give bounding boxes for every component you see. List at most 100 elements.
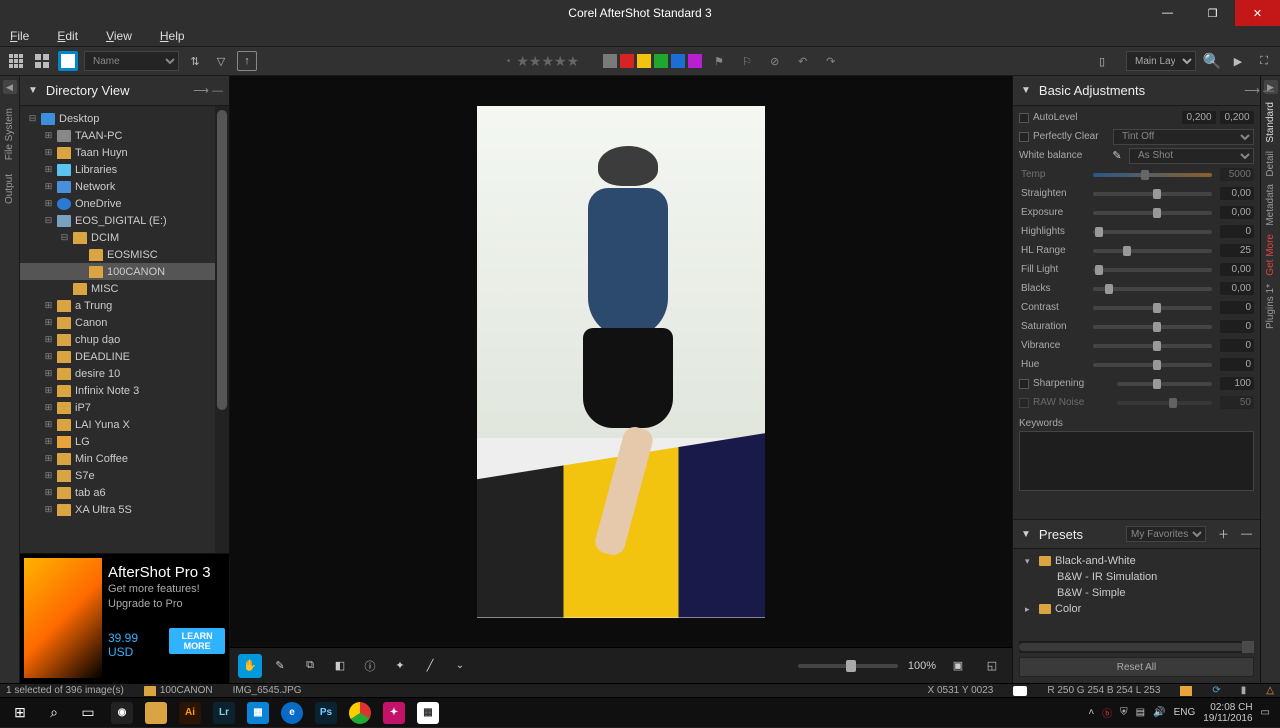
adj-value[interactable]: 0	[1220, 320, 1254, 333]
adj-slider[interactable]	[1093, 306, 1212, 310]
label-magenta[interactable]	[688, 54, 702, 68]
imageviewer-icon[interactable]: ▦	[412, 698, 444, 728]
rawnoise-slider[interactable]	[1117, 401, 1212, 405]
autolevel-val-a[interactable]: 0,200	[1182, 111, 1216, 124]
keywords-input[interactable]	[1019, 431, 1254, 491]
wb-picker-icon[interactable]: ✎	[1109, 144, 1125, 168]
label-green[interactable]	[654, 54, 668, 68]
adj-slider[interactable]	[1093, 344, 1212, 348]
tree-item[interactable]: ⊞Min Coffee	[20, 450, 229, 467]
adj-value[interactable]: 0,00	[1220, 282, 1254, 295]
tree-item[interactable]: ⊟EOS_DIGITAL (E:)	[20, 212, 229, 229]
tree-item[interactable]: MISC	[20, 280, 229, 297]
menu-file[interactable]: File	[10, 29, 29, 43]
adj-slider[interactable]	[1093, 363, 1212, 367]
zoom-slider[interactable]	[798, 664, 898, 668]
tree-item[interactable]: ⊞Taan Huyn	[20, 144, 229, 161]
tree-item[interactable]: ⊞iP7	[20, 399, 229, 416]
dropper-tool-icon[interactable]: ✎	[268, 654, 292, 678]
tree-item[interactable]: ⊟Desktop	[20, 110, 229, 127]
tree-item[interactable]: EOSMISC	[20, 246, 229, 263]
adj-value[interactable]: 0,00	[1220, 206, 1254, 219]
presets-header[interactable]: ▼ Presets My Favorites ＋ —	[1013, 519, 1260, 549]
adj-slider[interactable]	[1093, 173, 1212, 177]
tree-item[interactable]: ⊟DCIM	[20, 229, 229, 246]
more-tools-icon[interactable]: ⌄	[448, 654, 472, 678]
image-viewer[interactable]	[230, 76, 1012, 647]
tree-item[interactable]: ⊞TAAN-PC	[20, 127, 229, 144]
adj-slider[interactable]	[1093, 268, 1212, 272]
tray-lang[interactable]: ENG	[1174, 707, 1196, 718]
aftershot-icon[interactable]: ✦	[378, 698, 410, 728]
illustrator-icon[interactable]: Ai	[174, 698, 206, 728]
presets-filter[interactable]: My Favorites	[1126, 526, 1206, 542]
label-red[interactable]	[620, 54, 634, 68]
explorer-icon[interactable]	[140, 698, 172, 728]
slideshow-icon[interactable]: ▶	[1228, 51, 1248, 71]
photoshop-icon[interactable]: Ps	[310, 698, 342, 728]
adj-slider[interactable]	[1093, 287, 1212, 291]
tree-scrollbar[interactable]	[215, 106, 229, 553]
status-warn2-icon[interactable]: △	[1266, 685, 1274, 696]
heal-tool-icon[interactable]: ✦	[388, 654, 412, 678]
pin-icon[interactable]: ⟶ —	[1244, 84, 1274, 97]
menu-edit[interactable]: Edit	[57, 29, 78, 43]
pin-icon[interactable]: ⟶ —	[193, 84, 223, 97]
adj-slider[interactable]	[1093, 249, 1212, 253]
adj-value[interactable]: 0	[1220, 339, 1254, 352]
adj-value[interactable]: 0	[1220, 301, 1254, 314]
rail-tab-standard[interactable]: Standard	[1265, 102, 1276, 143]
adj-slider[interactable]	[1093, 325, 1212, 329]
tray-clock[interactable]: 02:08 CH19/11/2016	[1203, 702, 1252, 724]
rail-tab-getmore[interactable]: Get More	[1265, 234, 1276, 276]
tree-item[interactable]: ⊞OneDrive	[20, 195, 229, 212]
tray-beats-icon[interactable]: ⓑ	[1102, 705, 1112, 720]
chrome-icon[interactable]	[344, 698, 376, 728]
fit-icon[interactable]: ▣	[946, 654, 970, 678]
status-warning-icon[interactable]	[1180, 686, 1192, 696]
view-grid-large-icon[interactable]	[32, 51, 52, 71]
directory-panel-header[interactable]: ▼ Directory View ⟶ —	[20, 76, 229, 106]
adj-value[interactable]: 0,00	[1220, 187, 1254, 200]
rail-tab-plugins[interactable]: Plugins 1*	[1265, 284, 1276, 329]
brush-tool-icon[interactable]: ╱	[418, 654, 442, 678]
promo-button[interactable]: LEARN MORE	[169, 628, 225, 654]
rawnoise-check[interactable]	[1019, 398, 1029, 408]
presets-hscroll[interactable]	[1019, 641, 1254, 653]
tree-item[interactable]: ⊞Canon	[20, 314, 229, 331]
rail-tab-filesystem[interactable]: File System	[4, 108, 15, 160]
tree-item[interactable]: ⊞tab a6	[20, 484, 229, 501]
sort-select[interactable]: Name	[84, 51, 179, 71]
maximize-button[interactable]: ❐	[1190, 0, 1235, 26]
preset-item[interactable]: B&W - IR Simulation	[1019, 569, 1254, 585]
adj-value[interactable]: 25	[1220, 244, 1254, 257]
perfclear-check[interactable]	[1019, 132, 1029, 142]
tray-volume-icon[interactable]: 🔊	[1153, 707, 1165, 718]
filter-icon[interactable]: ▽	[211, 51, 231, 71]
start-button[interactable]: ⊞	[4, 698, 36, 728]
status-db-icon[interactable]: ▮	[1241, 685, 1247, 696]
tree-item[interactable]: ⊞desire 10	[20, 365, 229, 382]
perfclear-select[interactable]: Tint Off	[1113, 129, 1254, 145]
tree-item[interactable]: ⊞S7e	[20, 467, 229, 484]
adj-value[interactable]: 0	[1220, 225, 1254, 238]
no-icon[interactable]: ⊘	[770, 55, 786, 68]
tree-item[interactable]: ⊞Network	[20, 178, 229, 195]
lightroom-icon[interactable]: Lr	[208, 698, 240, 728]
fullscreen-icon[interactable]: ⛶	[1254, 51, 1274, 71]
promo-banner[interactable]: AfterShot Pro 3 Get more features! Upgra…	[20, 553, 229, 683]
sharpening-value[interactable]: 100	[1220, 377, 1254, 390]
tree-item[interactable]: ⊞Libraries	[20, 161, 229, 178]
edge-icon[interactable]: e	[276, 698, 308, 728]
menu-help[interactable]: Help	[160, 29, 185, 43]
tree-item[interactable]: ⊞Infinix Note 3	[20, 382, 229, 399]
sort-direction-icon[interactable]: ⇅	[185, 51, 205, 71]
layer-select[interactable]: Main Layer	[1126, 51, 1196, 71]
adj-value[interactable]: 0,00	[1220, 263, 1254, 276]
tree-item[interactable]: ⊞a Trung	[20, 297, 229, 314]
tray-expand-icon[interactable]: ˄	[1088, 707, 1094, 718]
redo-icon[interactable]: ↷	[826, 55, 842, 68]
tree-item[interactable]: ⊞LG	[20, 433, 229, 450]
search-icon[interactable]: ⌕	[38, 698, 70, 728]
rating-stars[interactable]: ★★★★★	[516, 53, 579, 70]
